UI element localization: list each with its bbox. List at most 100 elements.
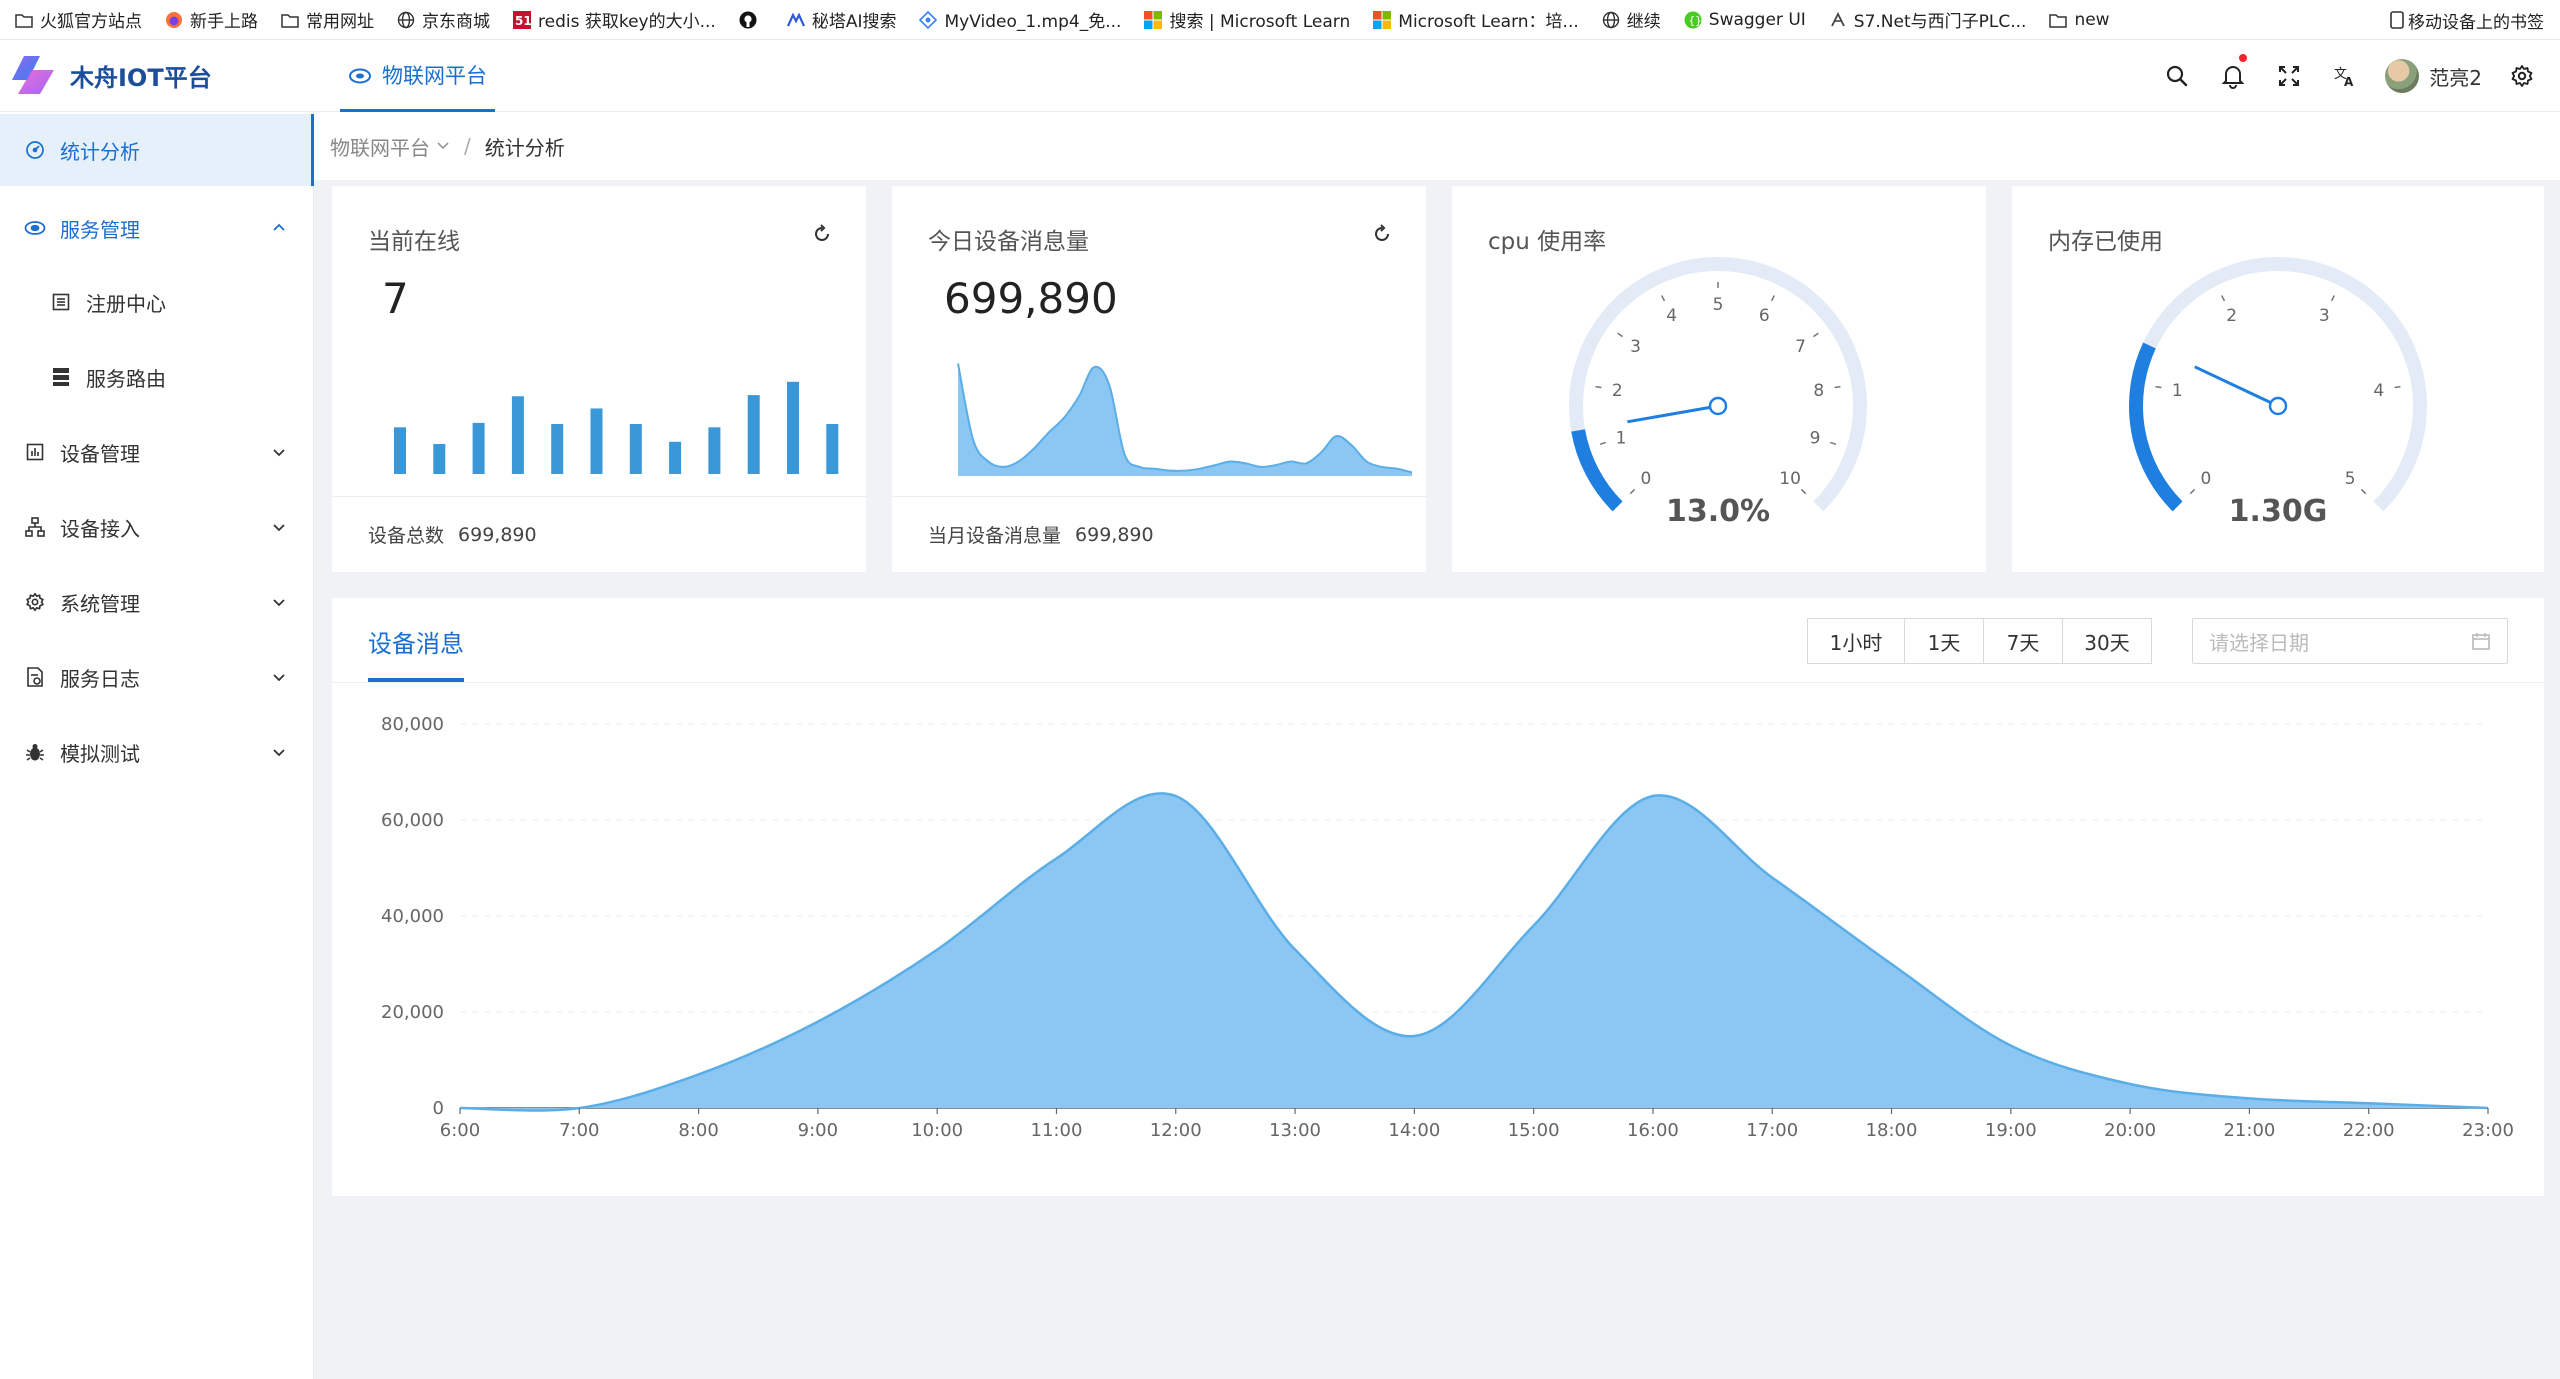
range-button[interactable]: 7天: [1983, 618, 2063, 664]
range-button[interactable]: 1天: [1904, 618, 1984, 664]
gauge-tick-label: 0: [2200, 469, 2211, 489]
messages-mini-area-chart: [957, 363, 1413, 476]
sidebar-item[interactable]: 模拟测试: [0, 729, 314, 775]
breadcrumb-root[interactable]: 物联网平台: [330, 132, 450, 161]
bookmark-label: 新手上路: [190, 12, 258, 32]
gauge-needle: [2194, 365, 2279, 408]
gauge-tick-label: 9: [1810, 429, 1821, 449]
settings-button[interactable]: [2494, 40, 2550, 112]
bookmark-label: 搜索 | Microsoft Learn: [1169, 12, 1351, 32]
sidebar-item[interactable]: 统计分析: [0, 114, 314, 186]
month-messages-label: 当月设备消息量: [928, 525, 1062, 547]
area-fill: [958, 363, 1412, 476]
chart-icon: [24, 441, 46, 463]
cloud-icon: [24, 217, 46, 239]
avatar[interactable]: [2385, 59, 2420, 93]
sidebar-item[interactable]: 服务日志: [0, 654, 314, 700]
bookmark-label: 秘塔AI搜索: [811, 12, 897, 32]
sidebar-item[interactable]: 设备管理: [0, 429, 314, 475]
bookmark-item[interactable]: 秘塔AI搜索: [786, 7, 897, 32]
x-tick-label: 20:00: [2104, 1120, 2156, 1141]
gauge-tick: [1770, 295, 1775, 302]
month-messages-value: 699,890: [1075, 523, 1154, 546]
language-button[interactable]: 文A: [2317, 40, 2373, 112]
bookmark-item[interactable]: Microsoft Learn：培...: [1372, 7, 1579, 32]
tab-device-messages[interactable]: 设备消息: [368, 624, 464, 682]
metaso-icon: [786, 10, 806, 30]
sidebar-item-label: 服务路由: [86, 366, 166, 391]
bar-mark: [747, 395, 760, 474]
mobile-bookmarks-label: 移动设备上的书签: [2408, 12, 2544, 33]
bookmark-item[interactable]: 京东商城: [396, 7, 490, 32]
range-button[interactable]: 1小时: [1807, 618, 1905, 664]
dashboard-icon: [24, 139, 46, 161]
bookmark-item[interactable]: 51 redis 获取key的大小...: [512, 7, 716, 32]
x-tick-label: 17:00: [1746, 1120, 1798, 1141]
sidebar-item-label: 设备管理: [60, 441, 140, 466]
bar-mark: [708, 427, 721, 474]
gauge-tick: [1595, 385, 1602, 389]
sidebar-item[interactable]: 注册中心: [0, 279, 314, 325]
bookmark-item[interactable]: new: [2048, 10, 2110, 30]
bookmark-item[interactable]: {} Swagger UI: [1683, 10, 1806, 30]
chevron-down-icon: [272, 590, 286, 614]
gauge-tick-label: 3: [1630, 337, 1641, 357]
x-tick-label: 19:00: [1985, 1120, 2037, 1141]
bookmark-item[interactable]: [738, 10, 764, 30]
refresh-icon[interactable]: [1372, 224, 1392, 244]
sidebar-item[interactable]: 服务管理: [0, 205, 314, 251]
microsoft-icon: [1143, 10, 1163, 30]
gauge-value-label: 13.0%: [1666, 494, 1770, 529]
date-placeholder: 请选择日期: [2209, 630, 2309, 655]
gauge-tick-label: 8: [1813, 381, 1824, 401]
svg-text:A: A: [2344, 75, 2354, 87]
gauge-tick: [1661, 295, 1666, 302]
network-icon: [24, 516, 46, 538]
sidebar-item[interactable]: 设备接入: [0, 504, 314, 550]
tab-iot-platform[interactable]: 物联网平台: [340, 40, 495, 112]
username[interactable]: 范亮2: [2429, 62, 2482, 91]
microsoft-icon: [1372, 10, 1392, 30]
bookmark-item[interactable]: 新手上路: [164, 7, 258, 32]
mobile-bookmarks[interactable]: 移动设备上的书签: [2390, 0, 2544, 39]
sidebar-item[interactable]: 系统管理: [0, 579, 314, 625]
sidebar-item[interactable]: 服务路由: [0, 354, 314, 400]
bookmark-item[interactable]: 搜索 | Microsoft Learn: [1143, 7, 1350, 32]
fullscreen-button[interactable]: [2261, 40, 2317, 112]
bookmark-item[interactable]: MyVideo_1.mp4_免...: [918, 7, 1121, 32]
search-button[interactable]: [2149, 40, 2205, 112]
refresh-icon[interactable]: [812, 224, 832, 244]
globe-icon: [1601, 10, 1621, 30]
bar-mark: [394, 427, 406, 474]
tab-label: 物联网平台: [382, 63, 487, 88]
svg-text:{}: {}: [1688, 14, 1701, 27]
bookmark-item[interactable]: 常用网址: [280, 7, 374, 32]
list-icon: [50, 291, 72, 313]
bar-mark: [629, 424, 642, 474]
gauge-tick-label: 4: [1666, 306, 1677, 326]
gauge-tick-label: 4: [2373, 381, 2384, 401]
chevron-down-icon: [272, 440, 286, 464]
range-button[interactable]: 30天: [2062, 618, 2152, 664]
breadcrumb: 物联网平台 / 统计分析: [314, 112, 2560, 180]
gauge-pivot: [1708, 396, 1728, 416]
x-tick-label: 23:00: [2462, 1120, 2514, 1141]
card-memory: 内存已使用 0 1 2 3 4 5 1.30G: [2012, 186, 2544, 572]
bell-icon: [2221, 66, 2245, 89]
bookmark-item[interactable]: 火狐官方站点: [14, 7, 142, 32]
gear-icon: [24, 591, 46, 613]
app-name: 木舟IOT平台: [70, 63, 212, 92]
bookmark-item[interactable]: 继续: [1601, 7, 1661, 32]
search-icon: [2167, 65, 2188, 87]
gauge-tick: [2221, 295, 2226, 302]
sidebar-item-label: 模拟测试: [60, 741, 140, 766]
gauge-tick-label: 7: [1795, 337, 1806, 357]
x-tick-label: 6:00: [440, 1120, 480, 1141]
online-bar-chart: [394, 381, 839, 474]
gauge-tick: [1813, 332, 1819, 338]
bookmark-item[interactable]: S7.Net与西门子PLC...: [1828, 7, 2026, 32]
date-picker[interactable]: 请选择日期: [2192, 618, 2508, 664]
video-icon: [918, 10, 938, 30]
app-logo[interactable]: 木舟IOT平台: [10, 54, 212, 96]
notification-button[interactable]: [2205, 40, 2261, 112]
